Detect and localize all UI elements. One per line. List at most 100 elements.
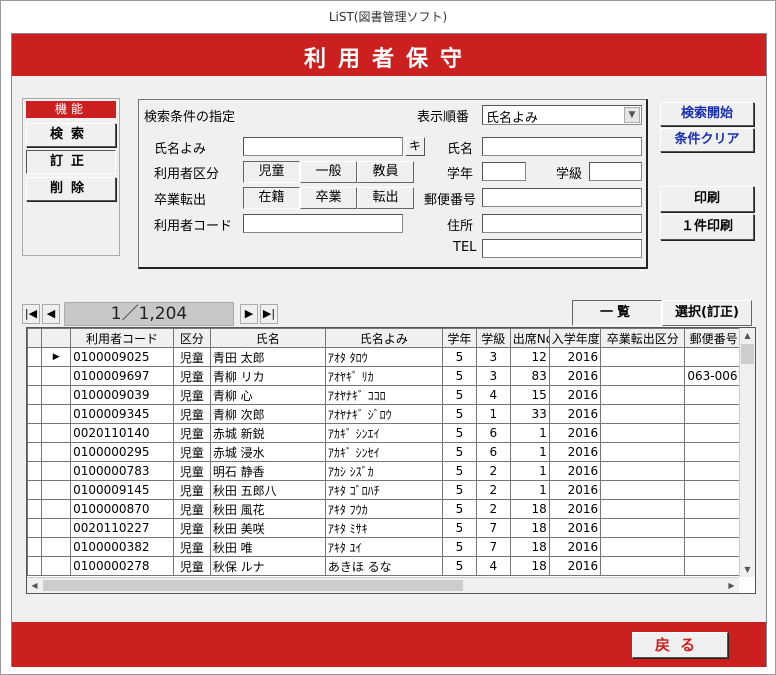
name-input[interactable] [482, 137, 642, 156]
vertical-scrollbar[interactable]: ▲ ▼ [739, 328, 755, 577]
table-row[interactable]: 0020110227 児童 秋田 美咲 ｱｷﾀ ﾐｻｷ 5 7 18 2016 [27, 518, 743, 538]
table-cell: 33 [509, 404, 550, 424]
name-reading-input[interactable] [243, 137, 403, 156]
table-cell [684, 404, 743, 424]
column-header[interactable]: 学級 [475, 328, 511, 348]
row-selector[interactable] [41, 518, 72, 538]
row-selector[interactable] [41, 404, 72, 424]
table-row[interactable]: 0100009345 児童 青柳 次郎 ｱｵﾔﾅｷﾞ ｼﾞﾛｳ 5 1 33 2016 [27, 404, 743, 424]
table-row[interactable]: 0100000382 児童 秋田 唯ｱｷﾀ ﾕｲ 5 7 18 2016 [27, 537, 743, 557]
scroll-down-icon[interactable]: ▼ [740, 562, 755, 577]
print-one-button[interactable]: １件印刷 [660, 214, 754, 240]
user-data-grid[interactable]: 利用者コード 区分 氏名 氏名よみ 学年 学級 出席No. 入学年度 卒業転出区… [26, 327, 756, 594]
user-type-general-button[interactable]: 一般 [300, 161, 357, 183]
row-selector[interactable] [41, 499, 72, 519]
user-code-input[interactable] [243, 214, 403, 233]
last-record-button[interactable]: ▶| [260, 304, 278, 324]
edit-function-button[interactable]: 訂正 [26, 150, 116, 174]
address-input[interactable] [482, 214, 642, 233]
row-blank-cell [27, 556, 43, 576]
table-cell: 児童 [172, 461, 211, 481]
horizontal-scroll-thumb[interactable] [43, 580, 463, 591]
column-header[interactable]: 入学年度 [548, 328, 602, 348]
grade-input[interactable] [482, 162, 526, 181]
class-input[interactable] [589, 162, 642, 181]
next-record-button[interactable]: ▶ [240, 304, 258, 324]
column-header[interactable]: 氏名よみ [324, 328, 443, 348]
column-header[interactable]: 区分 [172, 328, 211, 348]
first-record-button[interactable]: |◀ [22, 304, 40, 324]
delete-function-button[interactable]: 削除 [26, 177, 116, 201]
column-header[interactable]: 郵便番号 [684, 328, 743, 348]
row-selector[interactable] [41, 537, 72, 557]
tab-select-edit[interactable]: 選択(訂正) [662, 300, 752, 326]
table-cell [684, 347, 743, 367]
table-row[interactable]: 0100000783 児童 明石 静香 ｱｶｼ ｼｽﾞｶ 5 2 1 2016 [27, 461, 743, 481]
scroll-up-icon[interactable]: ▲ [740, 328, 755, 343]
search-start-button[interactable]: 検索開始 [660, 102, 754, 126]
sort-order-select[interactable]: 氏名よみ ▼ [482, 105, 642, 126]
kana-button[interactable]: キ [405, 137, 425, 156]
row-blank-cell [27, 423, 43, 443]
table-row[interactable]: ▶ 0100009025 児童 青田 太郎 ｱｵﾀ ﾀﾛｳ 5 3 12 2016 [27, 347, 743, 367]
row-selector[interactable] [41, 423, 72, 443]
table-cell: 児童 [172, 385, 211, 405]
scroll-left-icon[interactable]: ◀ [27, 578, 42, 593]
vertical-scroll-thumb[interactable] [741, 344, 754, 364]
status-transferred-button[interactable]: 転出 [357, 187, 414, 209]
table-cell: 3 [475, 366, 511, 386]
table-cell: 0100009145 [70, 480, 174, 500]
row-selector[interactable] [41, 461, 72, 481]
current-row-indicator-icon[interactable]: ▶ [41, 347, 72, 367]
table-cell: 児童 [172, 537, 211, 557]
row-selector[interactable] [41, 442, 72, 462]
row-selector[interactable] [41, 366, 72, 386]
table-cell: 0100009039 [70, 385, 174, 405]
table-row[interactable]: 0100009697 児童 青柳 リカ ｱｵﾔｷﾞ ﾘｶ 5 3 83 2016 063-006… [27, 366, 743, 386]
row-blank-cell [27, 366, 43, 386]
scroll-right-icon[interactable]: ▶ [724, 578, 739, 593]
table-cell: 青田 太郎 [209, 347, 326, 367]
table-cell: 5 [441, 556, 477, 576]
prev-record-button[interactable]: ◀ [42, 304, 60, 324]
horizontal-scrollbar[interactable]: ◀ ▶ [27, 577, 739, 593]
table-row[interactable]: 0100000278 児童 秋保 ルナ あきほ るな 5 4 18 2016 [27, 556, 743, 576]
table-cell: 2016 [548, 556, 602, 576]
row-selector[interactable] [41, 480, 72, 500]
table-cell [684, 556, 743, 576]
status-graduated-button[interactable]: 卒業 [300, 187, 357, 209]
table-cell: 0100000278 [70, 556, 174, 576]
table-row[interactable]: 0100000295 児童 赤城 浸水 ｱｶｷﾞ ｼﾝｾｲ 5 6 1 2016 [27, 442, 743, 462]
status-enrolled-button[interactable]: 在籍 [243, 187, 300, 209]
grade-label: 学年 [447, 167, 474, 182]
chevron-down-icon[interactable]: ▼ [624, 107, 640, 123]
column-header[interactable]: 氏名 [209, 328, 326, 348]
table-cell [600, 461, 686, 481]
user-type-child-button[interactable]: 児童 [243, 161, 300, 183]
table-row[interactable]: 0100000870 児童 秋田 風花 ｱｷﾀ ﾌｳｶ 5 2 18 2016 [27, 499, 743, 519]
clear-conditions-button[interactable]: 条件クリア [660, 128, 754, 152]
column-header[interactable]: 出席No. [509, 328, 550, 348]
postal-code-input[interactable] [482, 188, 642, 207]
table-row[interactable]: 0020110140 児童 赤城 新鋭 ｱｶｷﾞ ｼﾝｴｲ 5 6 1 2016 [27, 423, 743, 443]
row-selector[interactable] [41, 385, 72, 405]
tab-list-view[interactable]: 一覧 [572, 300, 662, 326]
tel-input[interactable] [482, 239, 642, 258]
table-cell: 赤城 新鋭 [209, 423, 326, 443]
row-selector[interactable] [41, 556, 72, 576]
table-row[interactable]: 0100009039 児童 青柳 心ｱｵﾔﾅｷﾞ ｺｺﾛ 5 4 15 2016 [27, 385, 743, 405]
table-cell [600, 423, 686, 443]
table-cell: 5 [441, 423, 477, 443]
search-function-button[interactable]: 検索 [26, 123, 116, 147]
column-header[interactable]: 学年 [441, 328, 477, 348]
user-type-teacher-button[interactable]: 教員 [357, 161, 414, 183]
back-button[interactable]: 戻る [632, 632, 728, 658]
table-cell: 1 [509, 461, 550, 481]
column-header[interactable]: 卒業転出区分 [600, 328, 686, 348]
table-row[interactable]: 0100009145 児童 秋田 五郎八 ｱｷﾀ ｺﾞﾛﾊﾁ 5 2 1 2016 [27, 480, 743, 500]
user-code-label: 利用者コード [154, 219, 233, 234]
column-header[interactable]: 利用者コード [70, 328, 174, 348]
print-button[interactable]: 印刷 [660, 186, 754, 212]
sort-order-label: 表示順番 [417, 110, 470, 125]
table-cell: 5 [441, 404, 477, 424]
